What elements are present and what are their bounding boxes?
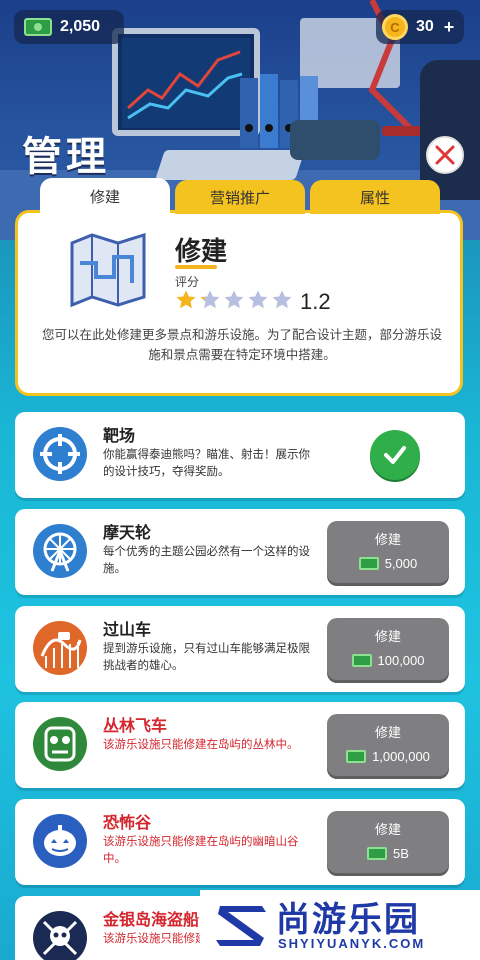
close-button[interactable] xyxy=(426,136,464,174)
item-description: 每个优秀的主题公园必然有一个这样的设施。 xyxy=(103,544,310,575)
cash-icon xyxy=(346,750,367,763)
build-cost: 5,000 xyxy=(327,556,449,571)
add-coins-button[interactable]: + xyxy=(444,17,455,38)
item-name: 过山车 xyxy=(103,620,152,639)
build-button-label: 修建 xyxy=(374,533,401,548)
cost-value: 1,000,000 xyxy=(372,749,430,764)
cash-icon xyxy=(351,654,372,667)
map-icon xyxy=(66,232,150,315)
cash-counter: 2,050 xyxy=(14,10,124,44)
rating-stars xyxy=(175,289,293,311)
page-title: 管理 xyxy=(22,134,110,180)
item-name: 摩天轮 xyxy=(103,523,152,542)
list-item[interactable]: 过山车 提到游乐设施，只有过山车能够满足极限挑战者的雄心。 修建 100,000 xyxy=(15,606,465,692)
checkmark-icon xyxy=(384,446,406,464)
tab-attributes[interactable]: 属性 xyxy=(310,180,440,214)
jungle-mask-icon xyxy=(33,717,87,771)
item-name: 靶场 xyxy=(103,426,136,445)
build-button[interactable]: 修建 100,000 xyxy=(327,618,449,680)
tab-bar: 修建 营销推广 属性 xyxy=(40,178,440,214)
coin-amount: 30 xyxy=(416,18,434,35)
coin-icon: C xyxy=(382,14,408,40)
roller-coaster-icon xyxy=(33,621,87,675)
keyboard-illustration xyxy=(155,150,305,180)
watermark-url: SHYIYUANYK.COM xyxy=(278,936,426,951)
cost-value: 5B xyxy=(393,846,409,861)
item-description: 该游乐设施只能修建在岛屿的幽暗山谷中。 xyxy=(103,834,299,865)
build-cost: 100,000 xyxy=(327,653,449,668)
build-button[interactable]: 修建 5,000 xyxy=(327,521,449,583)
item-name: 金银岛海盗船 xyxy=(103,910,200,929)
watermark-text: 尚游乐园 xyxy=(276,900,420,940)
title-underline xyxy=(175,265,217,269)
build-button-label: 修建 xyxy=(374,630,401,645)
rating-value: 1.2 xyxy=(300,289,331,314)
info-title: 修建 xyxy=(175,237,228,267)
watermark: 尚游乐园 SHYIYUANYK.COM xyxy=(200,890,480,960)
close-icon xyxy=(435,145,455,165)
info-description: 您可以在此处修建更多景点和游乐设施。为了配合设计主题，部分游乐设施和景点需要在特… xyxy=(41,327,442,362)
list-item[interactable]: 恐怖谷 该游乐设施只能修建在岛屿的幽暗山谷中。 修建 5B xyxy=(15,799,465,885)
build-cost: 1,000,000 xyxy=(327,749,449,764)
pumpkin-icon xyxy=(33,814,87,868)
tab-build[interactable]: 修建 xyxy=(40,178,170,214)
watermark-logo xyxy=(216,906,266,946)
item-description: 提到游乐设施，只有过山车能够满足极限挑战者的雄心。 xyxy=(103,641,310,672)
list-item[interactable]: 丛林飞车 该游乐设施只能修建在岛屿的丛林中。 修建 1,000,000 xyxy=(15,702,465,788)
star-icon xyxy=(200,290,220,309)
build-button-label: 修建 xyxy=(374,823,401,838)
cost-value: 100,000 xyxy=(377,653,425,668)
cash-amount: 2,050 xyxy=(60,18,101,35)
cash-icon xyxy=(24,18,52,36)
chair-illustration xyxy=(420,60,480,200)
item-name: 恐怖谷 xyxy=(103,813,152,832)
ferris-wheel-icon xyxy=(33,524,87,578)
skull-icon xyxy=(33,911,87,960)
build-button-label: 修建 xyxy=(374,726,401,741)
item-description: 该游乐设施只能修建在岛屿的丛林中。 xyxy=(103,737,299,751)
cash-icon xyxy=(358,557,379,570)
target-icon xyxy=(33,427,87,481)
build-cost: 5B xyxy=(327,846,449,861)
cash-icon xyxy=(367,847,388,860)
build-button[interactable]: 修建 5B xyxy=(327,811,449,873)
star-icon xyxy=(248,290,268,309)
info-card: 修建 评分 1.2 您可以在此处修建更多景点和游乐设施。为了配合设计主题，部分游… xyxy=(15,210,463,396)
list-item[interactable]: 靶场 你能赢得泰迪熊吗？瞄准、射击！展示你的设计技巧，夺得奖励。 xyxy=(15,412,465,498)
tab-marketing[interactable]: 营销推广 xyxy=(175,180,305,214)
built-check-button xyxy=(370,430,420,480)
cost-value: 5,000 xyxy=(384,556,418,571)
rating-label: 评分 xyxy=(175,275,200,289)
build-button[interactable]: 修建 1,000,000 xyxy=(327,714,449,776)
coin-counter[interactable]: C 30 + xyxy=(376,10,464,44)
star-icon xyxy=(176,290,196,309)
star-icon xyxy=(272,290,292,309)
item-description: 你能赢得泰迪熊吗？瞄准、射击！展示你的设计技巧，夺得奖励。 xyxy=(103,447,310,478)
star-icon xyxy=(224,290,244,309)
list-item[interactable]: 摩天轮 每个优秀的主题公园必然有一个这样的设施。 修建 5,000 xyxy=(15,509,465,595)
item-name: 丛林飞车 xyxy=(103,716,168,735)
monitor-illustration xyxy=(112,28,260,136)
